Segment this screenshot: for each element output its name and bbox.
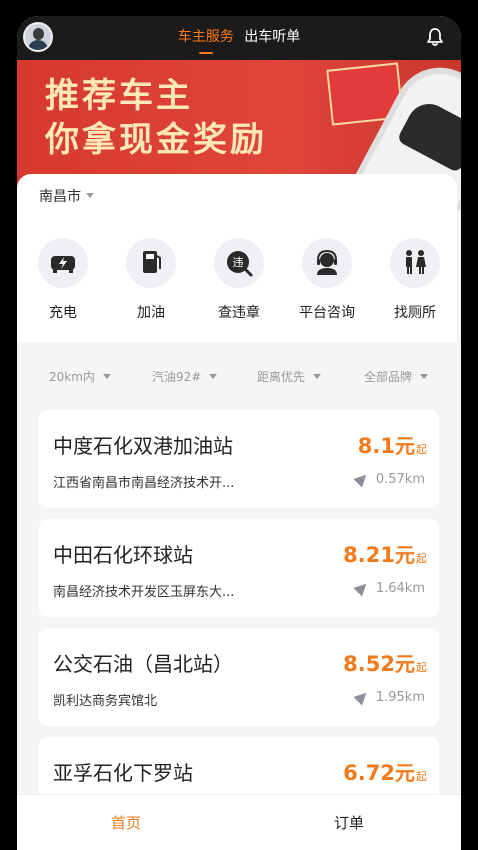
- banner-line1: 推荐车主: [45, 76, 193, 116]
- customer-service-icon: [302, 238, 352, 288]
- chevron-down-icon: [313, 374, 322, 379]
- banner-title: 推荐车主 你拿现金奖励: [45, 74, 267, 162]
- service-label: 加油: [137, 305, 165, 321]
- station-address: 凯利达商务宾馆北: [53, 694, 158, 709]
- svg-text:违: 违: [233, 256, 244, 269]
- chevron-down-icon: [420, 374, 429, 379]
- filter-label: 汽油92#: [152, 370, 202, 384]
- station-price: 8.1元起: [358, 430, 427, 459]
- service-label: 充电: [49, 305, 77, 321]
- top-bar: 车主服务 出车听单: [17, 16, 461, 60]
- station-distance: 0.57km: [353, 470, 425, 488]
- service-card: 南昌市 充电 加油 违 查违章 平台咨询 找厕所: [17, 174, 457, 342]
- price-value: 6.72: [343, 761, 395, 785]
- price-value: 8.1: [357, 434, 395, 458]
- tab-take-orders[interactable]: 出车听单: [244, 26, 300, 46]
- nav-orders[interactable]: 订单: [334, 812, 364, 833]
- distance-value: 1.95km: [375, 690, 425, 705]
- filter-label: 20km内: [49, 370, 95, 384]
- filter-bar: 20km内 汽油92# 距离优先 全部品牌: [17, 354, 461, 396]
- price-unit: 元: [395, 652, 415, 676]
- violation-check-icon: 违: [214, 238, 264, 288]
- station-distance: 1.64km: [353, 579, 425, 597]
- fuel-pump-icon: [126, 238, 176, 288]
- price-suffix: 起: [416, 770, 427, 783]
- filter-distance[interactable]: 20km内: [49, 368, 111, 385]
- header-tabs: 车主服务 出车听单: [17, 26, 461, 54]
- station-name: 亚孚石化下罗站: [53, 761, 193, 785]
- station-distance: 1.95km: [353, 688, 425, 706]
- station-price: 6.72元起: [343, 757, 427, 786]
- service-consult[interactable]: 平台咨询: [283, 238, 371, 322]
- price-unit: 元: [395, 434, 415, 458]
- price-unit: 元: [395, 761, 415, 785]
- chevron-down-icon: [209, 374, 218, 379]
- service-restroom[interactable]: 找厕所: [371, 238, 459, 322]
- filter-sort[interactable]: 距离优先: [257, 368, 322, 385]
- restroom-icon: [390, 238, 440, 288]
- city-label: 南昌市: [39, 189, 81, 205]
- station-card[interactable]: 中度石化双港加油站 8.1元起 江西省南昌市南昌经济技术开... 0.57km: [39, 410, 439, 508]
- station-name: 中田石化环球站: [53, 543, 193, 567]
- filter-label: 距离优先: [257, 370, 306, 384]
- filter-fuel-type[interactable]: 汽油92#: [152, 368, 218, 385]
- station-address: 江西省南昌市南昌经济技术开...: [53, 476, 235, 491]
- service-fuel[interactable]: 加油: [107, 238, 195, 322]
- service-label: 查违章: [218, 305, 260, 321]
- charging-car-icon: [38, 238, 88, 288]
- distance-value: 1.64km: [375, 581, 425, 596]
- station-card[interactable]: 公交石油（昌北站） 8.52元起 凯利达商务宾馆北 1.95km: [39, 628, 439, 726]
- price-suffix: 起: [416, 661, 427, 674]
- chevron-down-icon: [86, 193, 94, 198]
- price-unit: 元: [395, 543, 415, 567]
- filter-brand[interactable]: 全部品牌: [364, 368, 429, 385]
- price-suffix: 起: [416, 443, 427, 456]
- station-name: 中度石化双港加油站: [53, 434, 233, 458]
- city-selector[interactable]: 南昌市: [39, 186, 94, 206]
- navigation-arrow-icon: [353, 470, 371, 488]
- service-charging[interactable]: 充电: [19, 238, 107, 322]
- banner-line2: 你拿现金奖励: [45, 120, 267, 160]
- chevron-down-icon: [102, 374, 111, 379]
- bell-icon[interactable]: [425, 27, 445, 47]
- car-windshield: [396, 96, 461, 174]
- price-suffix: 起: [416, 552, 427, 565]
- tab-owner-service[interactable]: 车主服务: [178, 26, 234, 54]
- service-violation[interactable]: 违 查违章: [195, 238, 283, 322]
- price-value: 8.52: [343, 652, 395, 676]
- service-grid: 充电 加油 违 查违章 平台咨询 找厕所: [17, 238, 461, 338]
- station-price: 8.21元起: [343, 539, 427, 568]
- filter-label: 全部品牌: [364, 370, 413, 384]
- nav-home[interactable]: 首页: [111, 812, 141, 833]
- station-card[interactable]: 中田石化环球站 8.21元起 南昌经济技术开发区玉屏东大... 1.64km: [39, 519, 439, 617]
- navigation-arrow-icon: [353, 688, 371, 706]
- distance-value: 0.57km: [375, 472, 425, 487]
- station-name: 公交石油（昌北站）: [53, 652, 233, 676]
- navigation-arrow-icon: [353, 579, 371, 597]
- bottom-nav: 首页 订单: [17, 794, 461, 850]
- service-label: 平台咨询: [299, 305, 355, 321]
- app-screen: 车主服务 出车听单 推荐车主 你拿现金奖励 南昌市 充电 加油 违 查违章 平台…: [17, 16, 461, 850]
- price-value: 8.21: [343, 543, 395, 567]
- station-address: 南昌经济技术开发区玉屏东大...: [53, 585, 235, 600]
- service-label: 找厕所: [394, 305, 436, 321]
- station-price: 8.52元起: [343, 648, 427, 677]
